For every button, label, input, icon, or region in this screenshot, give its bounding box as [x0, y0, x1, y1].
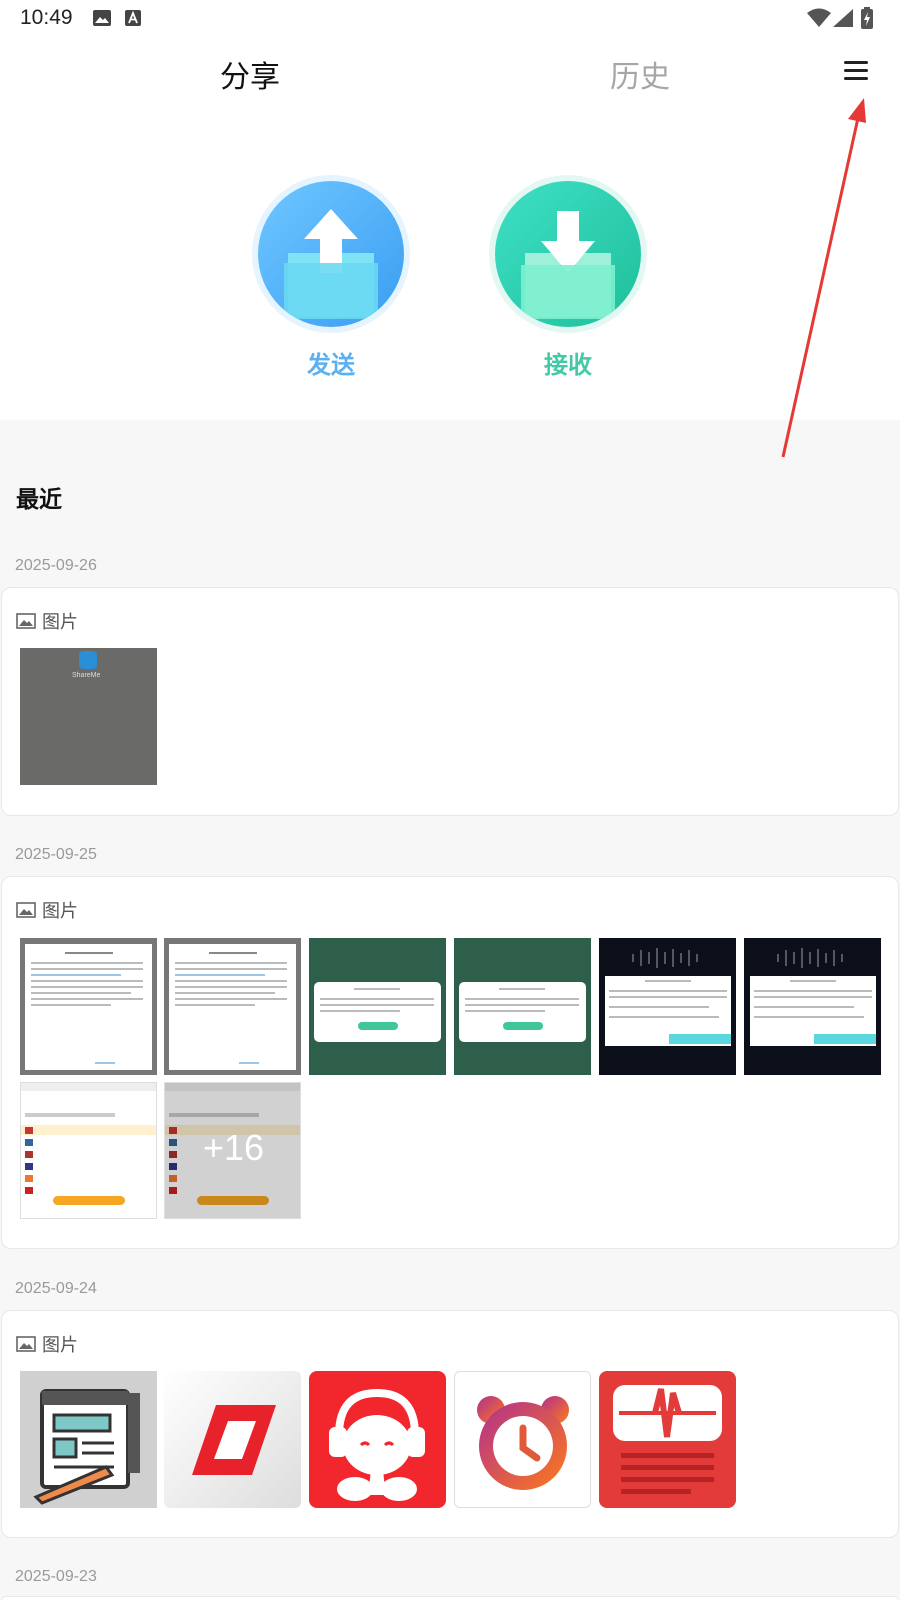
receive-button[interactable]: 接收 — [493, 181, 643, 380]
thumbnail[interactable] — [20, 1082, 157, 1219]
recent-card: 图片 ShareMe — [1, 587, 899, 816]
send-label: 发送 — [307, 351, 355, 379]
tab-history[interactable]: 历史 — [610, 52, 670, 96]
more-count: +16 — [202, 1127, 265, 1168]
audio-wave-app-icon[interactable] — [599, 1371, 736, 1508]
category-label: 图片 — [16, 1331, 78, 1357]
font-a-icon — [124, 9, 142, 31]
category-label: 图片 — [16, 897, 78, 923]
date-label: 2025-09-23 — [15, 1568, 97, 1585]
image-icon — [16, 902, 36, 918]
status-bar: 10:49 — [0, 0, 900, 36]
notes-app-icon[interactable] — [20, 1371, 157, 1508]
date-label: 2025-09-24 — [15, 1280, 97, 1297]
receive-label: 接收 — [544, 351, 592, 379]
image-icon — [16, 1336, 36, 1352]
download-folder-icon — [495, 181, 641, 327]
date-label: 2025-09-26 — [15, 557, 97, 574]
status-time: 10:49 — [20, 6, 73, 29]
date-label: 2025-09-25 — [15, 846, 97, 863]
thumbnail[interactable] — [744, 938, 881, 1075]
wifi-icon — [806, 8, 832, 32]
gallery-icon — [92, 9, 112, 31]
upload-folder-icon — [258, 181, 404, 327]
send-button[interactable]: 发送 — [256, 181, 406, 380]
alarm-clock-app-icon[interactable] — [454, 1371, 591, 1508]
thumbnail[interactable] — [20, 938, 157, 1075]
tab-share[interactable]: 分享 — [220, 52, 280, 96]
thumbnail[interactable] — [454, 938, 591, 1075]
category-label: 图片 — [16, 608, 78, 634]
elephant-headphones-app-icon[interactable] — [309, 1371, 446, 1508]
image-icon — [16, 613, 36, 629]
shareme-logo-icon — [79, 651, 97, 669]
thumbnail[interactable]: ShareMe — [20, 648, 157, 785]
recent-card: 图片 — [1, 876, 899, 1249]
recent-title: 最近 — [16, 487, 62, 513]
recent-card — [1, 1596, 899, 1600]
thumbnail[interactable] — [309, 938, 446, 1075]
battery-charging-icon — [860, 6, 874, 34]
red-parallelogram-app-icon[interactable] — [164, 1371, 301, 1508]
header: 分享 历史 发送 接收 — [0, 36, 900, 420]
thumbnail[interactable] — [599, 938, 736, 1075]
thumbnail-more[interactable]: +16 — [164, 1082, 301, 1219]
thumbnail[interactable] — [164, 938, 301, 1075]
recent-card: 图片 — [1, 1310, 899, 1538]
signal-icon — [832, 8, 854, 32]
hamburger-menu-icon[interactable] — [842, 56, 872, 84]
